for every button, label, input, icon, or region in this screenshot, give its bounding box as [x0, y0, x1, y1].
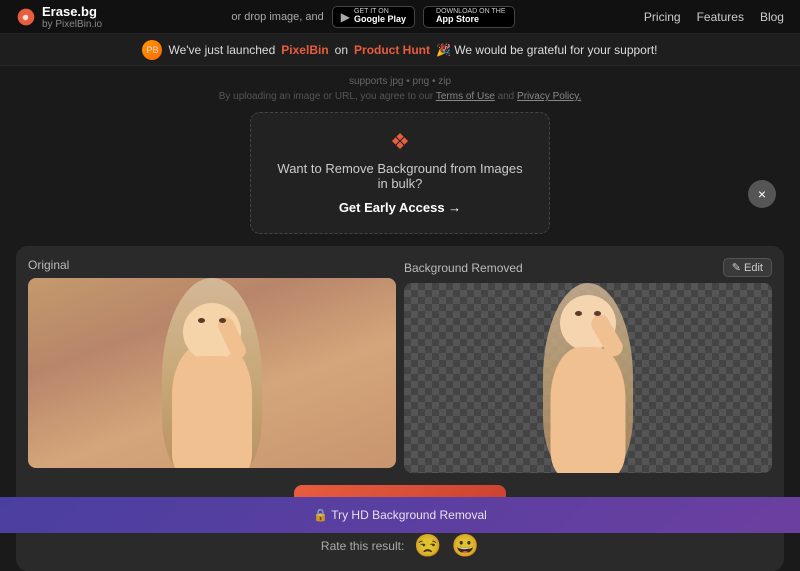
rating-good-button[interactable]: 😀 [452, 533, 479, 559]
format-hints: supports jpg • png • zip [349, 76, 451, 87]
logo-area: Erase.bg by PixelBin.io [16, 4, 102, 30]
google-play-badge[interactable]: ▶ GET IT ON Google Play [332, 6, 415, 28]
rating-label: Rate this result: [321, 539, 404, 553]
separator-text: or drop image, and [231, 11, 323, 23]
app-store-large: App Store [436, 15, 506, 25]
bottom-cta-text: 🔒 Try HD Background Removal [313, 508, 487, 522]
nav-center: or drop image, and ▶ GET IT ON Google Pl… [231, 6, 514, 28]
logo-name: Erase.bg [42, 4, 102, 19]
google-play-icon: ▶ [341, 10, 350, 24]
announcement-bar: PB We've just launched PixelBin on Produ… [0, 34, 800, 66]
announcement-platform: Product Hunt [354, 43, 430, 57]
original-label: Original [28, 258, 69, 272]
app-store-badge[interactable]: Download on the App Store [423, 6, 515, 28]
original-image [28, 278, 396, 468]
rating-row: Rate this result: 😒 😀 [321, 533, 479, 559]
google-play-large: Google Play [354, 15, 406, 25]
logo-sub: by PixelBin.io [42, 19, 102, 30]
removed-label: Background Removed [404, 261, 523, 275]
removed-panel: Background Removed ✎ Edit [404, 258, 772, 473]
rating-bad-button[interactable]: 😒 [414, 533, 441, 559]
terms-text: By uploading an image or URL, you agree … [219, 91, 582, 102]
bottom-strip[interactable]: 🔒 Try HD Background Removal [0, 497, 800, 533]
pr-eye-l [575, 311, 582, 316]
top-nav: Erase.bg by PixelBin.io or drop image, a… [0, 0, 800, 34]
announcement-avatar: PB [142, 40, 162, 60]
removed-image [404, 283, 772, 473]
upload-section: supports jpg • png • zip By uploading an… [0, 66, 800, 246]
logo-icon [16, 7, 36, 27]
announcement-text-after: 🎉 We would be grateful for your support! [436, 43, 658, 57]
result-panels: Original Background Removed ✎ Edit [28, 258, 772, 473]
original-portrait [28, 278, 396, 468]
nav-links: Pricing Features Blog [644, 10, 784, 24]
promo-title: Want to Remove Background from Images in… [271, 161, 529, 191]
blog-link[interactable]: Blog [760, 10, 784, 24]
early-access-link[interactable]: Get Early Access → [339, 200, 461, 215]
removed-panel-header: Background Removed ✎ Edit [404, 258, 772, 277]
privacy-link[interactable]: Privacy Policy. [517, 91, 581, 102]
edit-button[interactable]: ✎ Edit [723, 258, 772, 277]
announcement-text-mid: on [335, 43, 348, 57]
bulk-promo-card: ❖ Want to Remove Background from Images … [250, 112, 550, 234]
announcement-text-before: We've just launched [168, 43, 275, 57]
promo-icon: ❖ [271, 129, 529, 155]
orig-body [172, 356, 252, 468]
pr-body [551, 347, 626, 473]
features-link[interactable]: Features [697, 10, 744, 24]
terms-link[interactable]: Terms of Use [436, 91, 495, 102]
announcement-brand: PixelBin [281, 43, 328, 57]
close-button[interactable]: × [748, 180, 776, 208]
pricing-link[interactable]: Pricing [644, 10, 681, 24]
orig-eye-r [219, 318, 226, 323]
original-panel-header: Original [28, 258, 396, 272]
orig-eye-l [198, 318, 205, 323]
removed-portrait [404, 283, 772, 473]
pr-eye-r [594, 311, 601, 316]
original-panel: Original [28, 258, 396, 473]
